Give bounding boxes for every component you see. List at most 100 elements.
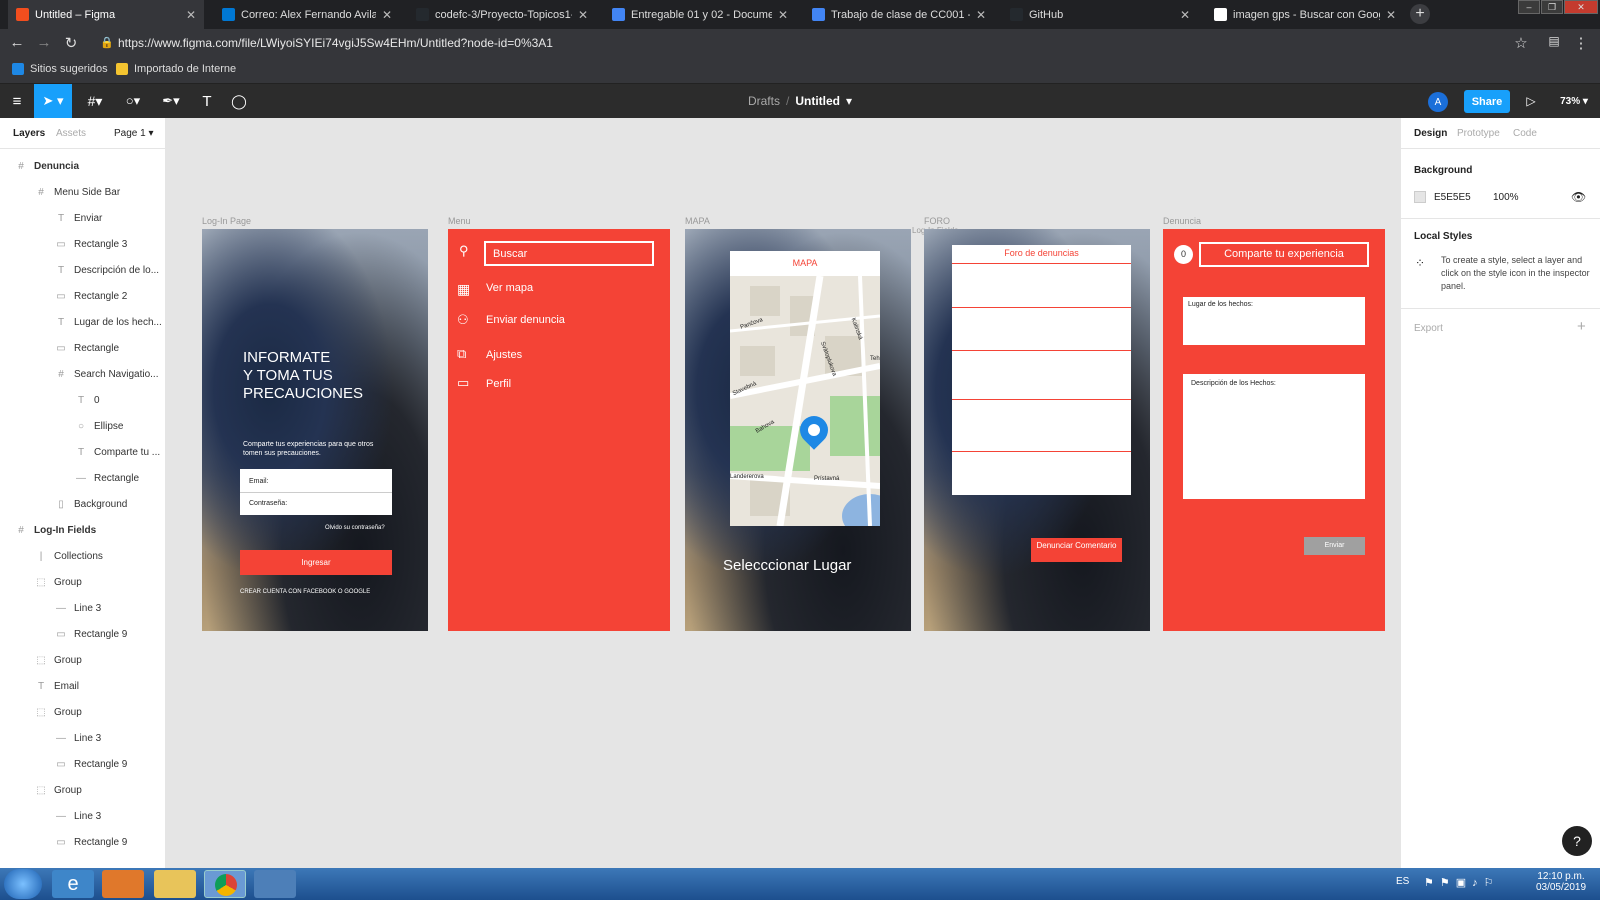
shape-tool-icon[interactable]: ○▾ bbox=[118, 84, 148, 118]
close-tab-icon[interactable]: ✕ bbox=[382, 8, 392, 22]
login-button[interactable]: Ingresar bbox=[240, 550, 392, 575]
layer-item[interactable]: ▭ Rectangle 3 bbox=[0, 231, 166, 257]
search-input[interactable]: Buscar bbox=[484, 241, 654, 266]
layer-item[interactable]: T Email bbox=[0, 673, 166, 699]
text-tool-icon[interactable]: T bbox=[196, 84, 218, 118]
ie-icon[interactable]: e bbox=[52, 870, 94, 898]
layer-item[interactable]: | Collections bbox=[0, 543, 166, 569]
page-selector[interactable]: Page 1 ▾ bbox=[114, 128, 154, 139]
color-swatch[interactable] bbox=[1414, 191, 1426, 203]
description-input[interactable]: Descripción de los Hechos: bbox=[1183, 374, 1365, 499]
hamburger-menu-icon[interactable]: ≡ bbox=[6, 84, 28, 118]
layer-item[interactable]: T Descripción de lo... bbox=[0, 257, 166, 283]
layer-item[interactable]: T Comparte tu ... bbox=[0, 439, 166, 465]
menu-item-ver-mapa[interactable]: Ver mapa bbox=[486, 282, 533, 294]
layer-item[interactable]: ▭ Rectangle 2 bbox=[0, 283, 166, 309]
frame-label-foro[interactable]: FORO bbox=[924, 216, 950, 226]
add-export-icon[interactable]: + bbox=[1577, 318, 1586, 335]
breadcrumb-drafts[interactable]: Drafts bbox=[748, 94, 780, 108]
explorer-icon[interactable] bbox=[154, 870, 196, 898]
pen-tool-icon[interactable]: ✒▾ bbox=[156, 84, 186, 118]
social-signup-link[interactable]: CREAR CUENTA CON FACEBOOK O GOOGLE bbox=[240, 589, 370, 595]
layer-item[interactable]: ▭ Rectangle 9 bbox=[0, 621, 166, 647]
tab-design[interactable]: Design bbox=[1414, 128, 1447, 139]
denuncia-frame[interactable]: 0 Comparte tu experiencia Lugar de los h… bbox=[1163, 229, 1385, 631]
send-button[interactable]: Enviar bbox=[1304, 537, 1365, 555]
share-experience-header[interactable]: Comparte tu experiencia bbox=[1199, 242, 1369, 267]
comment-tool-icon[interactable]: ◯ bbox=[228, 84, 250, 118]
new-tab-button[interactable]: + bbox=[1410, 4, 1430, 24]
browser-tab[interactable]: GitHub ✕ bbox=[1002, 0, 1198, 29]
tray-icons[interactable]: ⚑⚑▣♪⚐ bbox=[1424, 876, 1499, 889]
menu-frame[interactable]: ⚲ Buscar ▦ Ver mapa ⚇ Enviar denuncia ⧉ … bbox=[448, 229, 670, 631]
tab-prototype[interactable]: Prototype bbox=[1457, 128, 1500, 139]
tab-layers[interactable]: Layers bbox=[13, 128, 45, 139]
media-player-icon[interactable] bbox=[102, 870, 144, 898]
bg-hex-input[interactable]: E5E5E5 bbox=[1434, 192, 1471, 203]
report-comment-button[interactable]: Denunciar Comentario bbox=[1031, 538, 1122, 562]
minimize-button[interactable]: – bbox=[1518, 0, 1540, 14]
layer-item[interactable]: ⬚ Group bbox=[0, 699, 166, 725]
layer-item[interactable]: — Line 3 bbox=[0, 595, 166, 621]
browser-tab[interactable]: Untitled – Figma ✕ bbox=[8, 0, 204, 29]
layer-item[interactable]: — Line 3 bbox=[0, 725, 166, 751]
avatar[interactable]: A bbox=[1428, 92, 1448, 112]
layer-item[interactable]: ⬚ Group bbox=[0, 777, 166, 803]
layer-item[interactable]: T Enviar bbox=[0, 205, 166, 231]
chrome-icon[interactable] bbox=[204, 870, 246, 898]
start-button[interactable] bbox=[4, 869, 42, 899]
select-place-label[interactable]: Selecccionar Lugar bbox=[723, 557, 851, 574]
zoom-level[interactable]: 73% ▾ bbox=[1554, 84, 1594, 118]
layer-item[interactable]: # Log-In Fields bbox=[0, 517, 166, 543]
share-button[interactable]: Share bbox=[1464, 90, 1510, 113]
close-window-button[interactable]: ✕ bbox=[1564, 0, 1598, 14]
app-window-icon[interactable] bbox=[254, 870, 296, 898]
password-field[interactable]: Contraseña: bbox=[249, 500, 287, 507]
layer-item[interactable]: ⬚ Group bbox=[0, 569, 166, 595]
layer-item[interactable]: — Rectangle bbox=[0, 465, 166, 491]
help-button[interactable]: ? bbox=[1562, 826, 1592, 856]
layer-item[interactable]: ▭ Rectangle bbox=[0, 335, 166, 361]
bookmark-item[interactable]: Sitios sugeridos bbox=[12, 63, 108, 75]
forward-icon[interactable]: → bbox=[35, 34, 53, 51]
frame-label-menu[interactable]: Menu bbox=[448, 216, 471, 226]
close-tab-icon[interactable]: ✕ bbox=[186, 8, 196, 22]
layer-item[interactable]: T Lugar de los hech... bbox=[0, 309, 166, 335]
menu-item-enviar-denuncia[interactable]: Enviar denuncia bbox=[486, 314, 565, 326]
layer-item[interactable]: ○ Ellipse bbox=[0, 413, 166, 439]
frame-label-login[interactable]: Log-In Page bbox=[202, 216, 251, 226]
star-icon[interactable]: ☆ bbox=[1512, 34, 1530, 52]
layer-item[interactable]: T0 bbox=[0, 387, 166, 413]
browser-tab[interactable]: Trabajo de clase de CC001 - Tóp ✕ bbox=[804, 0, 994, 29]
layer-item[interactable]: # Menu Side Bar bbox=[0, 179, 166, 205]
reload-icon[interactable]: ↻ bbox=[62, 34, 80, 52]
url-input[interactable]: https://www.figma.com/file/LWiyoiSYIEi74… bbox=[118, 33, 1558, 54]
layer-item[interactable]: ⬚ Group bbox=[0, 647, 166, 673]
maximize-button[interactable]: ❐ bbox=[1541, 0, 1563, 14]
layer-item[interactable]: ▭ Rectangle 9 bbox=[0, 751, 166, 777]
extension-icon[interactable]: ▤ bbox=[1545, 34, 1563, 48]
back-icon[interactable]: ← bbox=[8, 34, 26, 51]
bookmark-folder[interactable]: Importado de Interne bbox=[116, 63, 236, 75]
present-icon[interactable]: ▷ bbox=[1522, 84, 1540, 118]
close-tab-icon[interactable]: ✕ bbox=[578, 8, 588, 22]
close-tab-icon[interactable]: ✕ bbox=[976, 8, 986, 22]
close-tab-icon[interactable]: ✕ bbox=[778, 8, 788, 22]
figma-canvas[interactable]: Log-In Page Menu MAPA FORO Log-In Fields… bbox=[166, 118, 1400, 868]
email-field[interactable]: Email: bbox=[249, 478, 268, 485]
layer-item[interactable]: — Line 3 bbox=[0, 803, 166, 829]
layer-item[interactable]: # Search Navigatio... bbox=[0, 361, 166, 387]
close-tab-icon[interactable]: ✕ bbox=[1386, 8, 1396, 22]
menu-dots-icon[interactable]: ⋮ bbox=[1572, 34, 1590, 52]
language-indicator[interactable]: ES bbox=[1396, 876, 1409, 887]
place-input[interactable]: Lugar de los hechos: bbox=[1183, 297, 1365, 345]
menu-item-ajustes[interactable]: Ajustes bbox=[486, 349, 522, 361]
frame-tool-icon[interactable]: #▾ bbox=[80, 84, 110, 118]
forgot-password-link[interactable]: Olvido su contraseña? bbox=[325, 525, 385, 531]
mapa-frame[interactable]: MAPA Pančova Svätoplukova Kalinská Stave… bbox=[685, 229, 911, 631]
bg-opacity-input[interactable]: 100% bbox=[1493, 192, 1519, 203]
layer-item[interactable]: ▭ Rectangle 9 bbox=[0, 829, 166, 855]
browser-tab[interactable]: imagen gps - Buscar con Google ✕ bbox=[1206, 0, 1404, 29]
layer-item[interactable]: ▯ Background bbox=[0, 491, 166, 517]
clock[interactable]: 12:10 p.m. 03/05/2019 bbox=[1534, 871, 1588, 893]
